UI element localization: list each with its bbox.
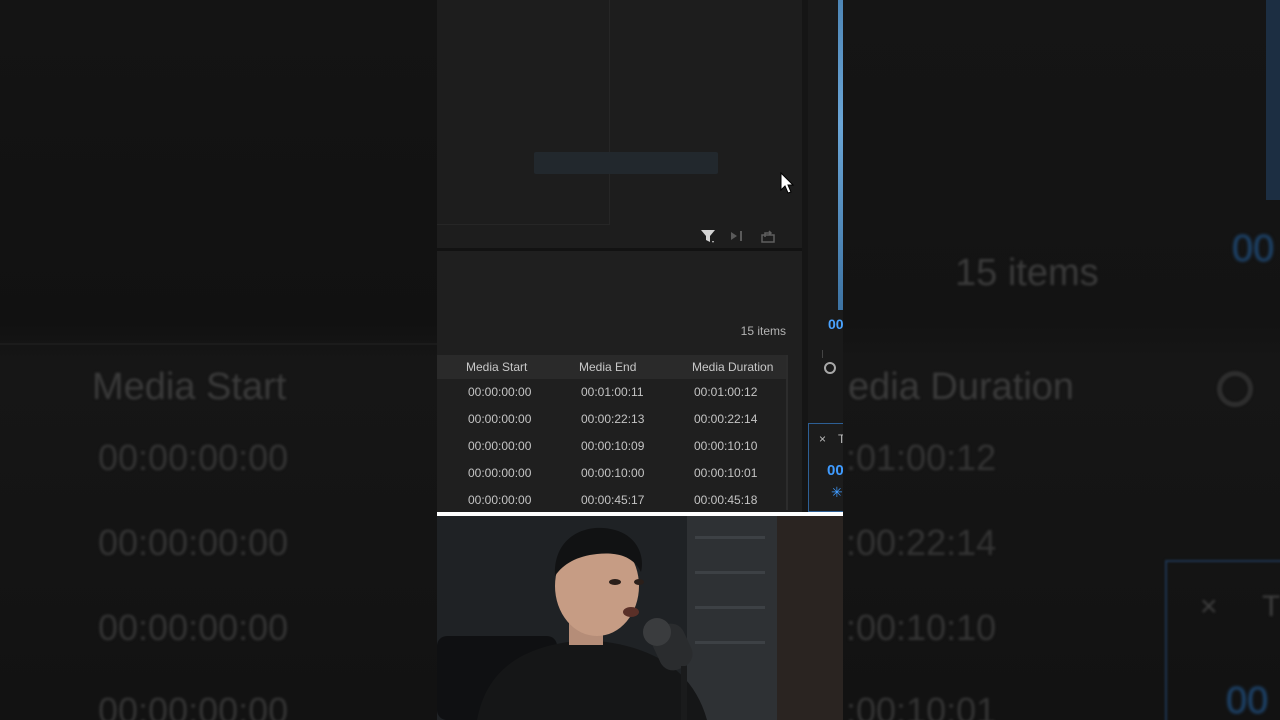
media-end-cell: 00:00:10:09 [581, 439, 645, 453]
ghost-bar [534, 152, 718, 174]
column-header-media-start[interactable]: Media Start [466, 360, 527, 374]
close-icon[interactable]: × [819, 432, 826, 446]
background-timecode: :01:00:12 [846, 437, 997, 478]
media-duration-cell: 00:01:00:12 [694, 385, 758, 399]
filter-icon[interactable] [700, 228, 716, 244]
program-monitor-edge: 00 × T 00 ✳ [808, 0, 843, 512]
table-scrollbar[interactable] [786, 355, 788, 510]
playhead-timecode[interactable]: 00 [828, 316, 843, 332]
media-duration-cell: 00:00:10:01 [694, 466, 758, 480]
media-start-cell: 00:00:00:00 [468, 385, 532, 399]
export-icon[interactable] [760, 228, 776, 244]
media-duration-cell: 00:00:45:18 [694, 493, 758, 507]
media-end-cell: 00:00:22:13 [581, 412, 645, 426]
project-panel: 15 items Media Start Media End Media Dur… [437, 251, 802, 512]
source-preview-panel [437, 0, 804, 248]
background-timecode: 00:00:00:00 [98, 522, 289, 563]
table-row[interactable]: 00:00:00:00 00:00:10:09 00:00:10:10 [437, 433, 787, 460]
timeline-timecode[interactable]: 00 [827, 462, 843, 479]
tick-mark [822, 350, 823, 358]
preview-frame [437, 0, 610, 225]
media-end-cell: 00:00:10:00 [581, 466, 645, 480]
table-row[interactable]: 00:00:00:00 00:00:22:13 00:00:22:14 [437, 406, 787, 433]
insert-icon[interactable] [729, 228, 745, 244]
background-close-icon: × [1200, 590, 1218, 623]
items-count: 15 items [740, 324, 786, 338]
background-blue-strip [1266, 0, 1280, 200]
media-start-cell: 00:00:00:00 [468, 493, 532, 507]
media-start-cell: 00:00:00:00 [468, 439, 532, 453]
timeline-tab-label[interactable]: T [838, 432, 843, 446]
background-circle-icon [1217, 371, 1253, 407]
presenter-image [437, 516, 843, 720]
mouse-cursor-icon [780, 172, 795, 194]
media-duration-cell: 00:00:10:10 [694, 439, 758, 453]
snap-icon[interactable]: ✳ [831, 484, 843, 501]
background-timecode: 00:00:00:00 [98, 437, 289, 478]
background-timecode: 00:00:00:00 [98, 690, 289, 720]
background-timecode: :00:10:10 [846, 607, 997, 648]
background-timecode: :00:10:01 [846, 690, 997, 720]
background-title-letter: T [1262, 590, 1280, 623]
column-header-media-end[interactable]: Media End [579, 360, 636, 374]
table-header: Media Start Media End Media Duration [437, 355, 787, 379]
media-duration-cell: 00:00:22:14 [694, 412, 758, 426]
premiere-screen-crop: 15 items Media Start Media End Media Dur… [437, 0, 843, 720]
background-divider [0, 343, 437, 345]
background-blue-timecode: 00 [1226, 680, 1269, 720]
background-timecode: :00:22:14 [846, 522, 997, 563]
circle-icon[interactable] [824, 362, 836, 374]
column-header-media-duration[interactable]: Media Duration [692, 360, 773, 374]
video-preview-edge [838, 0, 843, 310]
table-row[interactable]: 00:00:00:00 00:00:45:17 00:00:45:18 [437, 487, 787, 514]
timeline-panel-edge: × T 00 ✳ [808, 423, 843, 512]
webcam-video [437, 516, 843, 720]
background-column-media-duration: edia Duration [848, 366, 1075, 408]
media-start-cell: 00:00:00:00 [468, 466, 532, 480]
media-end-cell: 00:00:45:17 [581, 493, 645, 507]
media-start-cell: 00:00:00:00 [468, 412, 532, 426]
background-blue-timecode: 00 [1232, 228, 1275, 270]
media-end-cell: 00:01:00:11 [581, 385, 644, 399]
background-timecode: 00:00:00:00 [98, 607, 289, 648]
table-row[interactable]: 00:00:00:00 00:01:00:11 00:01:00:12 [437, 379, 787, 406]
table-row[interactable]: 00:00:00:00 00:00:10:00 00:00:10:01 [437, 460, 787, 487]
background-items-count: 15 items [955, 252, 1099, 294]
background-column-media-start: Media Start [92, 366, 287, 408]
